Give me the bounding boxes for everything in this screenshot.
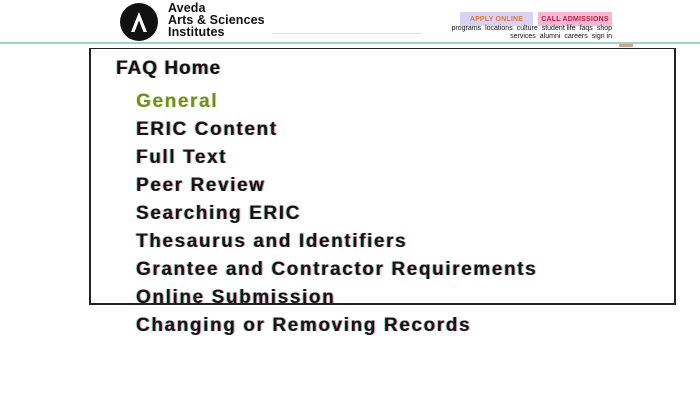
faq-link-online-submission[interactable]: Online Submission (136, 286, 606, 310)
nav-programs[interactable]: programs (451, 25, 481, 32)
nav-shop[interactable]: shop (597, 25, 612, 32)
faq-link-grantee-contractor[interactable]: Grantee and Contractor Requirements (136, 258, 606, 282)
nav-culture[interactable]: culture (517, 25, 538, 32)
nav-alumni[interactable]: alumni (540, 33, 561, 40)
header-bottom-line (0, 42, 700, 44)
corner-mark (619, 44, 633, 47)
faq-list: General ERIC Content Full Text Peer Revi… (136, 90, 606, 342)
faq-link-general[interactable]: General (136, 90, 606, 114)
logo-text[interactable]: Aveda Arts & Sciences Institutes (168, 2, 265, 39)
call-admissions-button[interactable]: CALL ADMISSIONS (538, 12, 612, 26)
nav-locations[interactable]: locations (485, 25, 513, 32)
site-header: Aveda Arts & Sciences Institutes APPLY O… (0, 0, 700, 44)
faq-link-changing-removing-records[interactable]: Changing or Removing Records (136, 314, 576, 338)
faq-link-peer-review[interactable]: Peer Review (136, 174, 606, 198)
primary-nav: programs locations culture student life … (451, 25, 612, 32)
nav-careers[interactable]: careers (564, 33, 587, 40)
faq-link-eric-content[interactable]: ERIC Content (136, 118, 606, 142)
aveda-a-icon[interactable] (120, 3, 158, 41)
faq-link-full-text[interactable]: Full Text (136, 146, 606, 170)
faq-link-thesaurus-identifiers[interactable]: Thesaurus and Identifiers (136, 230, 606, 254)
nav-services[interactable]: services (510, 33, 536, 40)
nav-faqs[interactable]: faqs (580, 25, 593, 32)
faq-link-searching-eric[interactable]: Searching ERIC (136, 202, 606, 226)
nav-sign-in[interactable]: sign in (592, 33, 612, 40)
apply-online-button[interactable]: APPLY ONLINE (460, 12, 533, 26)
faq-heading[interactable]: FAQ Home (116, 58, 221, 80)
secondary-nav: services alumni careers sign in (510, 33, 612, 40)
nav-student-life[interactable]: student life (542, 25, 576, 32)
header-divider (272, 33, 422, 34)
logo-line-3: Institutes (168, 25, 225, 39)
